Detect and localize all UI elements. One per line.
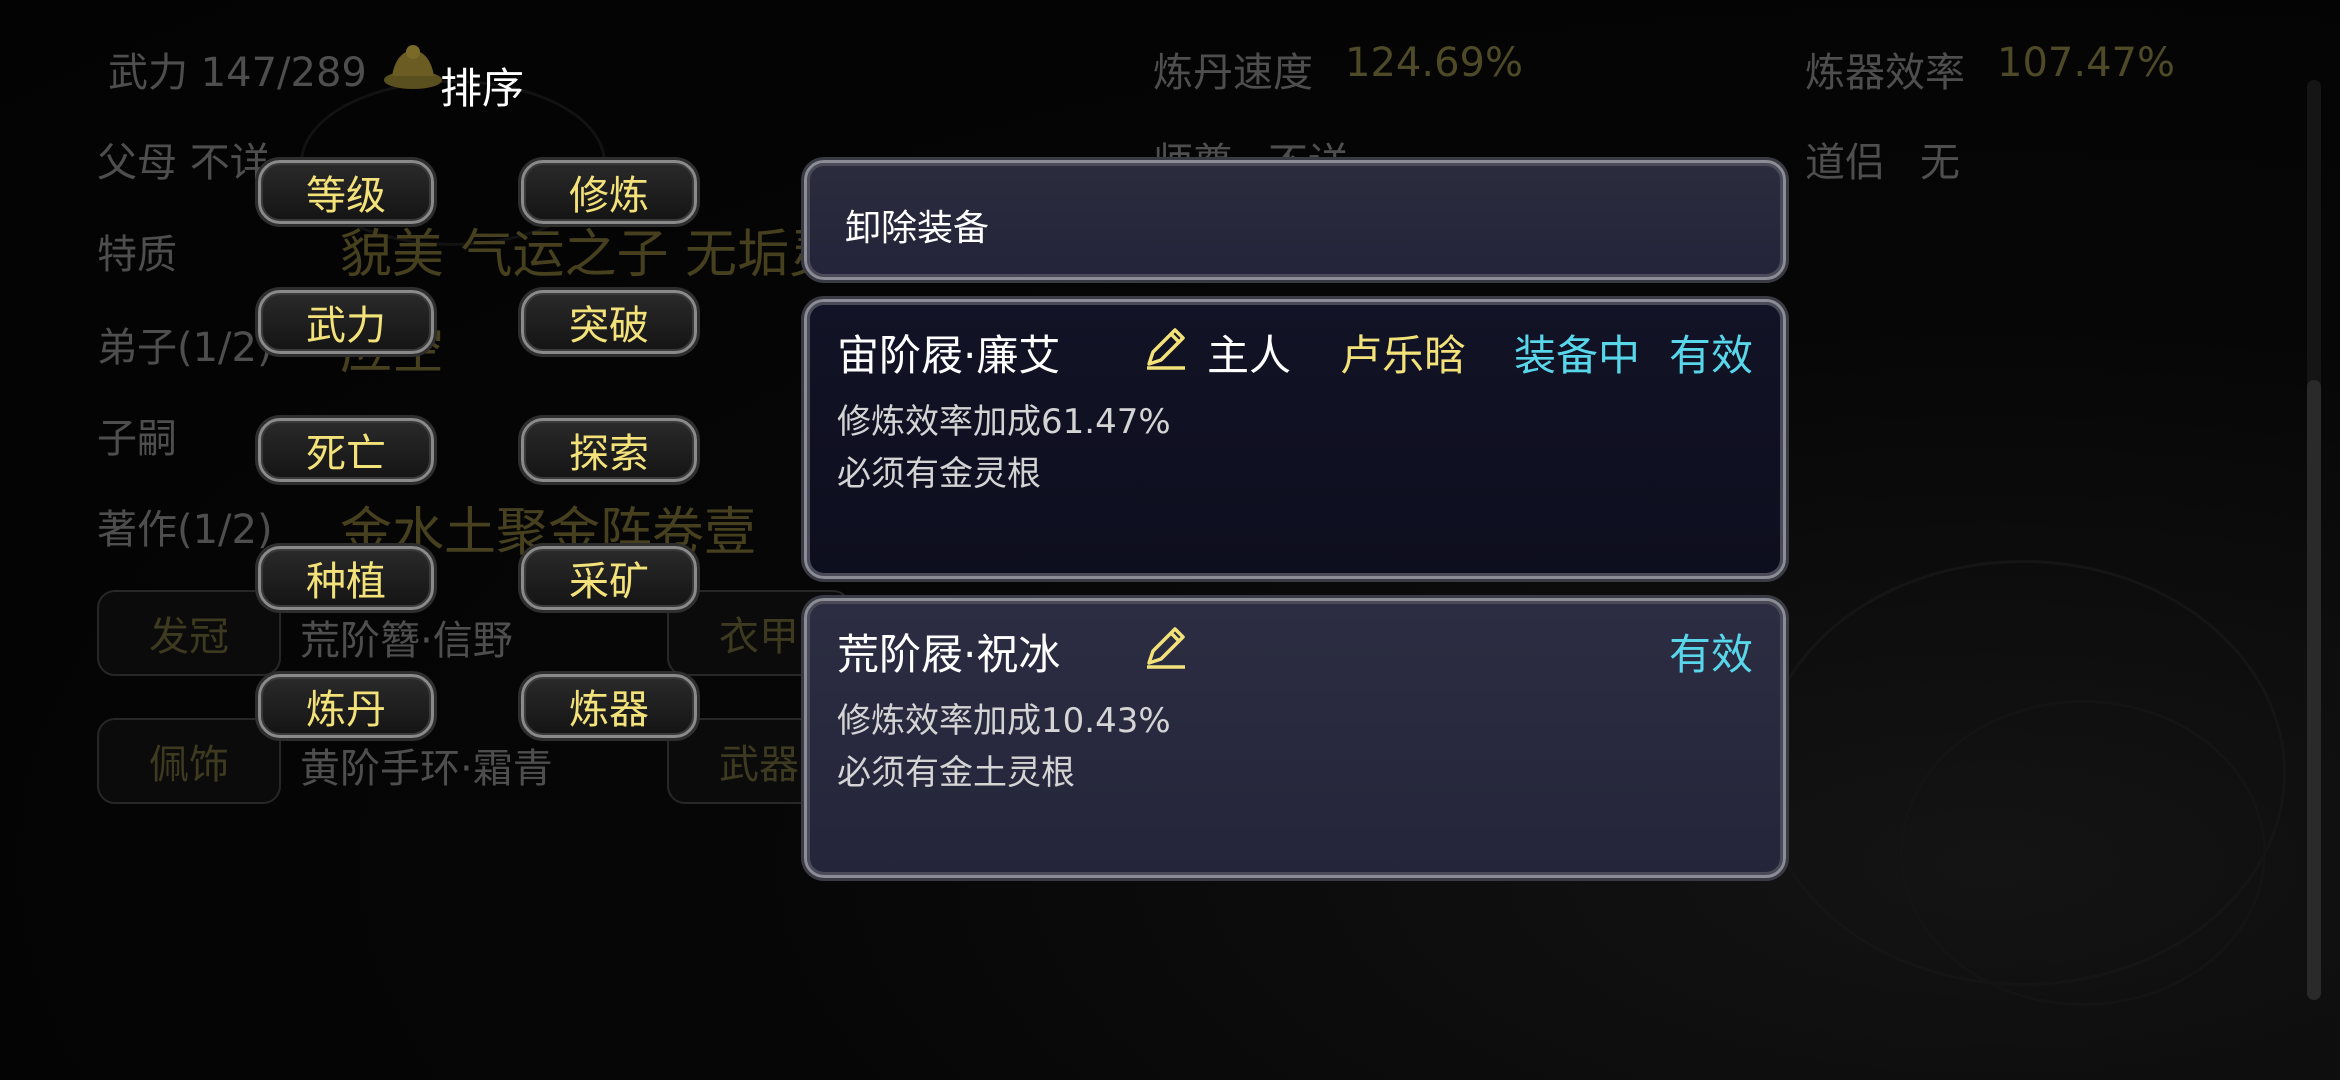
sort-by-planting-button[interactable]: 种植 [258, 546, 434, 610]
partner-value: 无 [1920, 140, 1960, 186]
sort-by-alchemy-button[interactable]: 炼丹 [258, 674, 434, 738]
item-name: 宙阶屐·廉艾 [837, 331, 1061, 380]
sort-by-exploration-button[interactable]: 探索 [521, 418, 697, 482]
item-name: 荒阶屐·祝冰 [837, 630, 1061, 679]
slot-accessory-item: 黄阶手环·霜青 [300, 746, 553, 792]
unequip-button[interactable]: 卸除装备 [804, 160, 1786, 280]
equipment-card[interactable]: 宙阶屐·廉艾 主人 卢乐晗 装备中 有效 修炼效率加成61.47% 必须有金灵根 [804, 299, 1786, 579]
sort-by-death-button[interactable]: 死亡 [258, 418, 434, 482]
scrollbar-track[interactable] [2307, 80, 2321, 1000]
forge-efficiency-value: 107.47% [1997, 40, 2175, 86]
cloud-sort-icon [384, 45, 442, 89]
scrollbar-thumb[interactable] [2307, 380, 2321, 1000]
equipment-card[interactable]: 荒阶屐·祝冰 有效 修炼效率加成10.43% 必须有金土灵根 [804, 598, 1786, 878]
item-effect: 修炼效率加成61.47% [837, 402, 1171, 442]
sort-by-mining-button[interactable]: 采矿 [521, 546, 697, 610]
sort-title: 排序 [440, 64, 525, 113]
unequip-label: 卸除装备 [845, 208, 990, 249]
item-effect: 修炼效率加成10.43% [837, 701, 1171, 741]
alchemy-speed-value: 124.69% [1345, 40, 1523, 86]
validity-badge: 有效 [1668, 331, 1753, 380]
equipped-status: 装备中 [1514, 331, 1641, 380]
slot-headwear-button[interactable]: 发冠 [97, 590, 281, 676]
force-stat: 武力 147/289 [108, 50, 367, 96]
parents-info: 父母 不详 [97, 140, 270, 186]
sort-by-forging-button[interactable]: 炼器 [521, 674, 697, 738]
forge-efficiency-label: 炼器效率 [1805, 50, 1965, 96]
owner-label: 主人 [1207, 331, 1292, 380]
pencil-icon[interactable] [1141, 324, 1189, 372]
slot-accessory-button[interactable]: 佩饰 [97, 718, 281, 804]
validity-badge: 有效 [1668, 630, 1753, 679]
item-requirement: 必须有金灵根 [837, 454, 1041, 494]
disciples-label: 弟子(1/2) [97, 325, 273, 371]
sort-by-cultivation-button[interactable]: 修炼 [521, 160, 697, 224]
alchemy-speed-label: 炼丹速度 [1153, 50, 1313, 96]
heirs-label: 子嗣 [97, 416, 177, 462]
sort-by-force-button[interactable]: 武力 [258, 290, 434, 354]
cloud-ornament [1900, 700, 2266, 1006]
owner-name: 卢乐晗 [1340, 331, 1467, 380]
pencil-icon[interactable] [1141, 623, 1189, 671]
sort-by-breakthrough-button[interactable]: 突破 [521, 290, 697, 354]
traits-label: 特质 [97, 232, 177, 278]
item-requirement: 必须有金土灵根 [837, 753, 1075, 793]
partner-label: 道侣 [1805, 140, 1885, 186]
sort-by-level-button[interactable]: 等级 [258, 160, 434, 224]
slot-headwear-item: 荒阶簪·信野 [300, 618, 513, 664]
works-label: 著作(1/2) [97, 507, 273, 553]
